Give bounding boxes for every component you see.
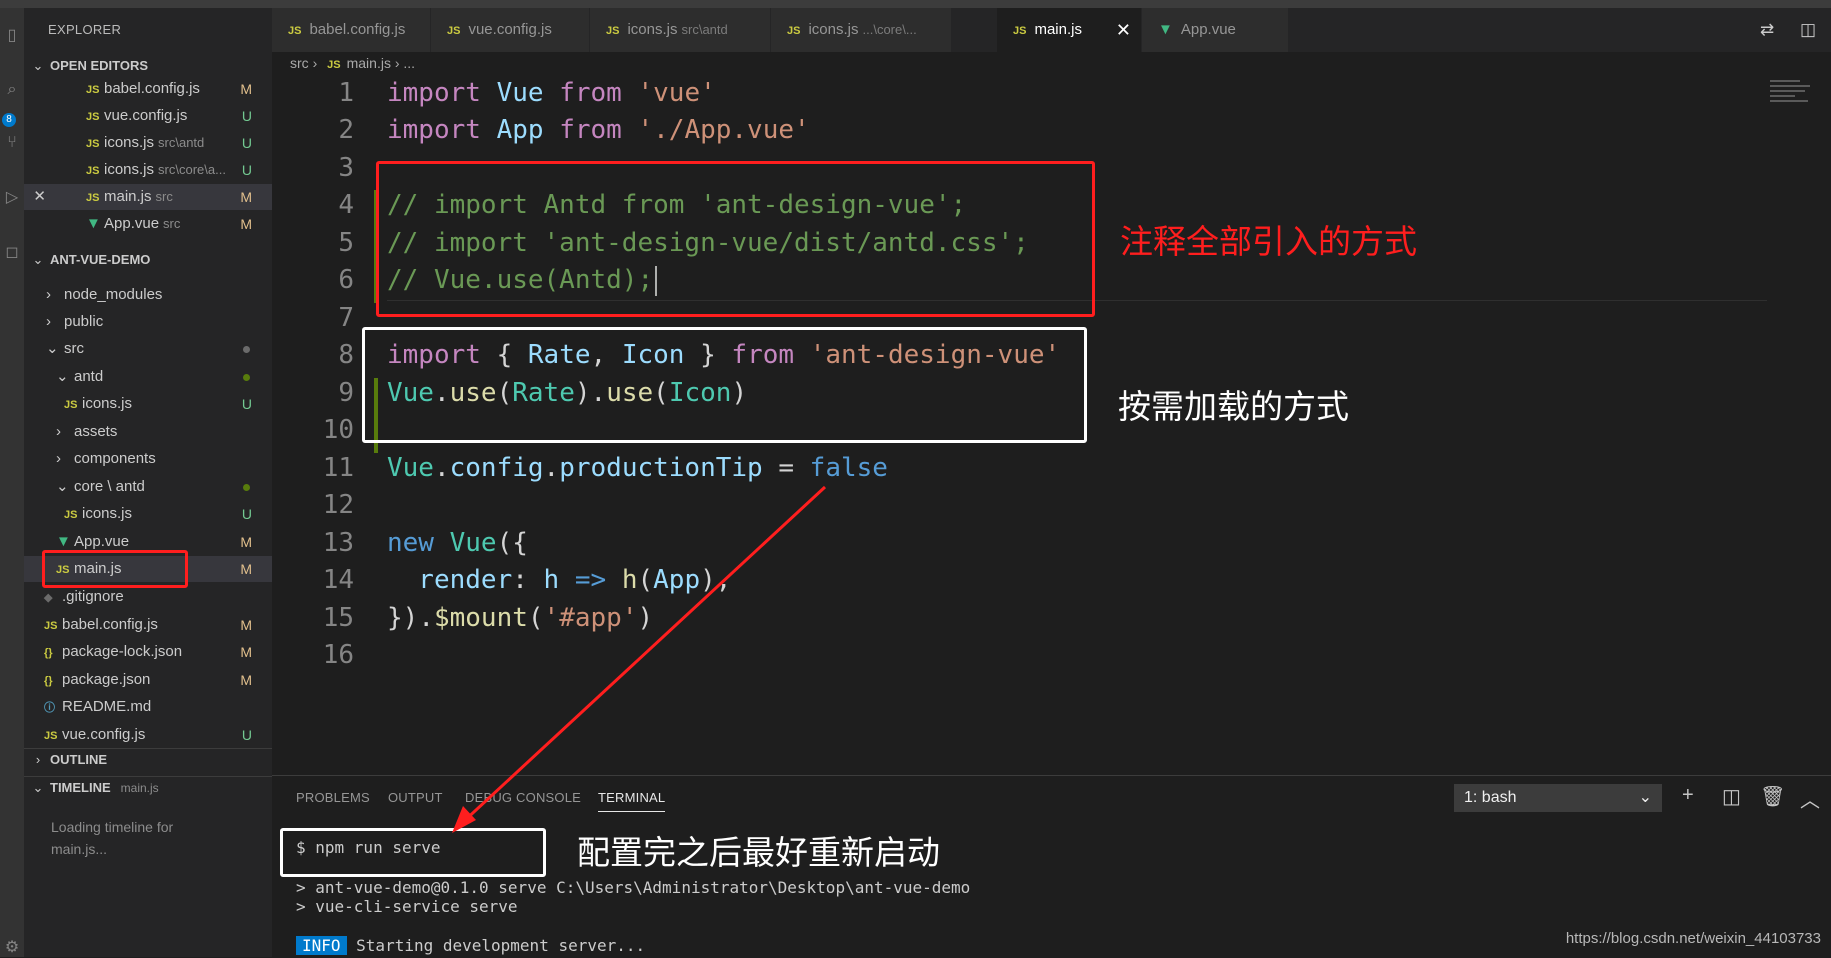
annotation-arrow bbox=[452, 485, 827, 833]
watermark: https://blog.csdn.net/weixin_44103733 bbox=[1565, 930, 1821, 947]
